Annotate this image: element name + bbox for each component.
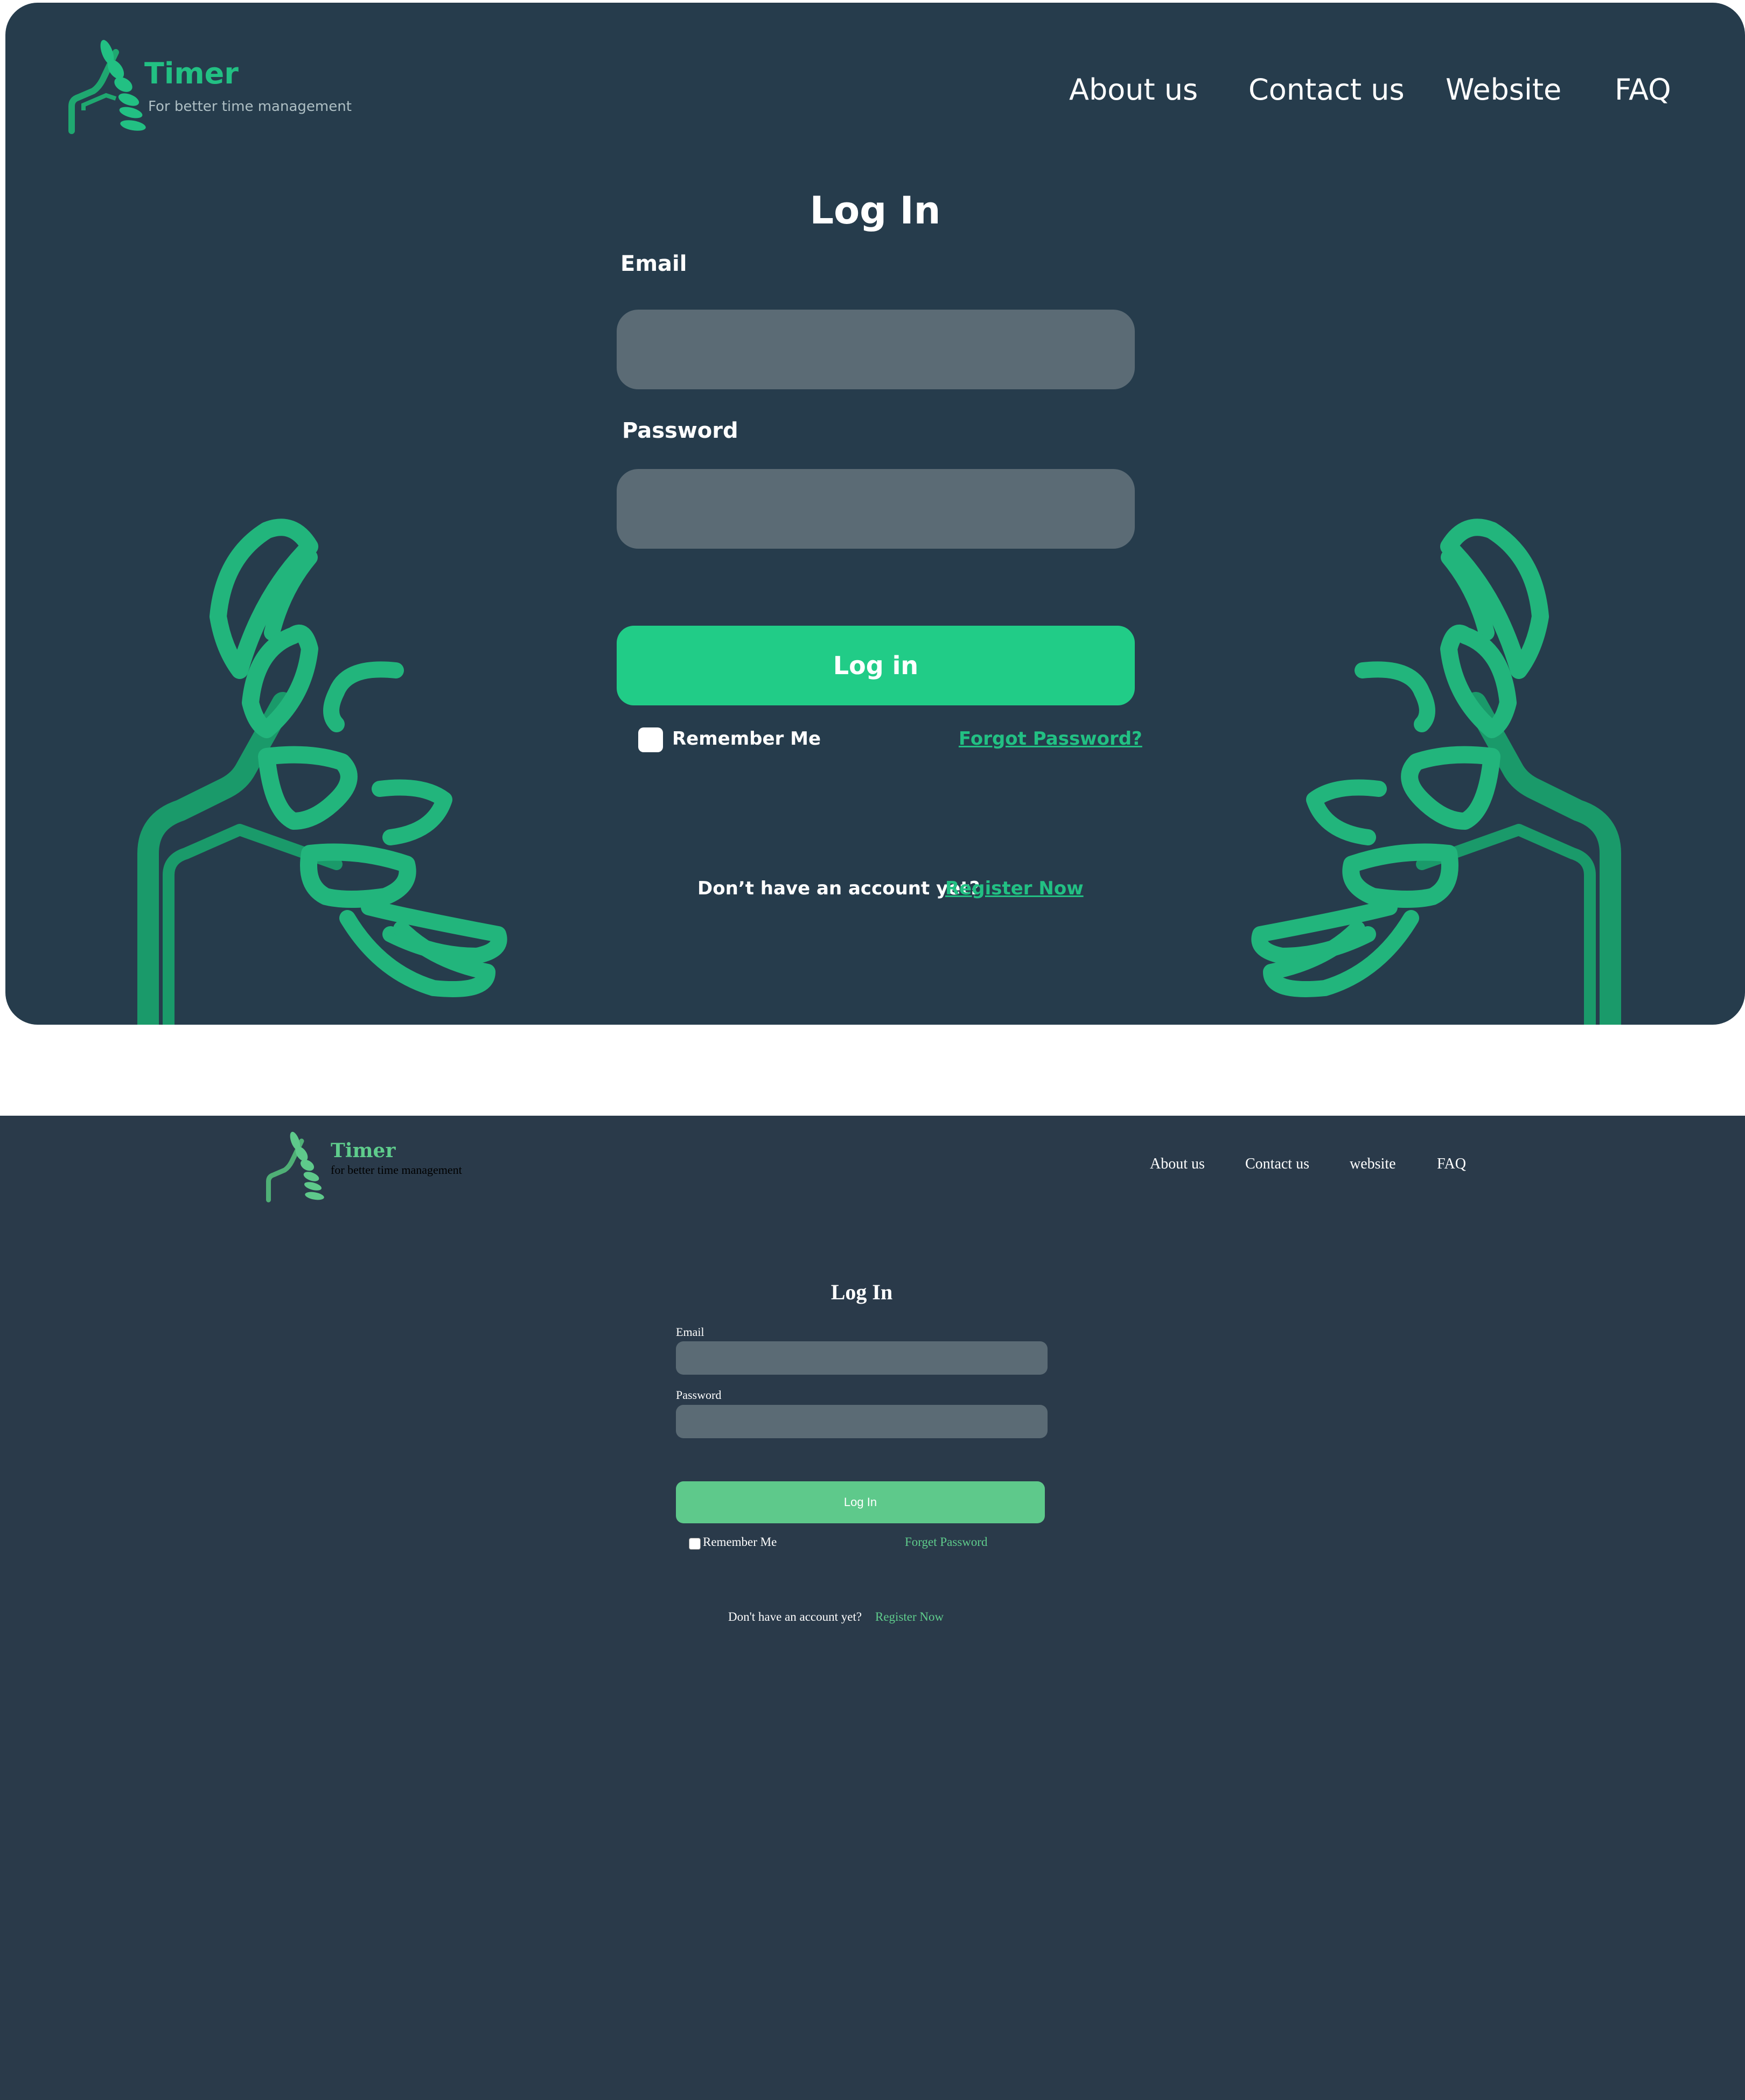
nav-about-us[interactable]: About us — [1150, 1156, 1205, 1173]
password-label: Password — [622, 418, 738, 443]
mockup-login-panel: Timer For better time management About u… — [5, 3, 1745, 1025]
forgot-password-link[interactable]: Forget Password — [905, 1535, 988, 1549]
login-title: Log In — [830, 1280, 893, 1304]
email-field[interactable] — [676, 1341, 1048, 1375]
password-label: Password — [676, 1388, 722, 1402]
brand-name: Timer — [144, 57, 239, 90]
nav-contact-us[interactable]: Contact us — [1248, 73, 1405, 107]
login-button[interactable]: Log in — [617, 626, 1135, 705]
nav-faq[interactable]: FAQ — [1437, 1156, 1466, 1173]
remember-me-checkbox[interactable] — [689, 1538, 701, 1550]
brand-tagline: for better time management — [331, 1163, 462, 1177]
email-label: Email — [620, 251, 687, 276]
login-title: Log In — [809, 188, 941, 233]
login-button[interactable]: Log In — [676, 1481, 1045, 1523]
nav-contact-us[interactable]: Contact us — [1245, 1156, 1309, 1173]
password-field[interactable] — [617, 469, 1135, 549]
email-label: Email — [676, 1325, 704, 1339]
nav-website[interactable]: Website — [1446, 73, 1561, 107]
no-account-text: Don't have an account yet? — [728, 1610, 862, 1623]
forgot-password-link[interactable]: Forgot Password? — [959, 728, 1142, 750]
no-account-text: Don’t have an account yet? — [697, 878, 980, 899]
register-now-link[interactable]: Register Now — [875, 1610, 944, 1624]
leaf-branch-decoration-icon — [137, 519, 507, 1025]
leaf-branch-decoration-icon — [1251, 519, 1621, 1025]
register-now-link[interactable]: Register Now — [945, 878, 1084, 899]
brand-tagline: For better time management — [148, 99, 352, 115]
remember-me-checkbox[interactable] — [638, 727, 663, 752]
remember-me-label: Remember Me — [703, 1535, 777, 1549]
leaf-logo-icon — [266, 1131, 324, 1202]
brand-name: Timer — [331, 1139, 396, 1162]
nav-website[interactable]: website — [1350, 1156, 1396, 1173]
nav-about-us[interactable]: About us — [1069, 73, 1198, 107]
password-field[interactable] — [676, 1405, 1048, 1438]
nav-faq[interactable]: FAQ — [1615, 73, 1671, 107]
rendered-login-panel: Timer for better time management About u… — [0, 1116, 1745, 2100]
remember-me-label: Remember Me — [672, 728, 821, 750]
email-field[interactable] — [617, 310, 1135, 389]
